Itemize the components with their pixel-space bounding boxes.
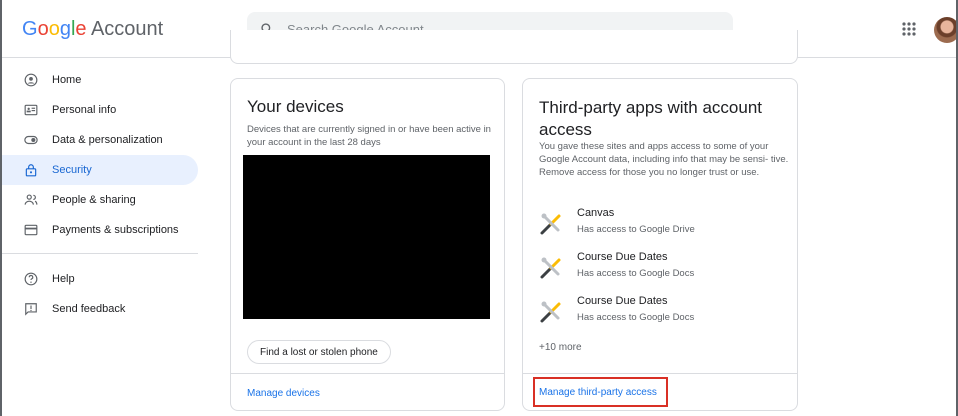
toggle-icon	[24, 133, 38, 147]
logo-google: Google	[22, 18, 87, 40]
app-access: Has access to Google Docs	[577, 268, 695, 279]
user-avatar[interactable]	[934, 17, 956, 43]
window-frame: Google Account Home Personal info Data &…	[0, 0, 958, 416]
app-tools-icon	[540, 301, 561, 323]
sidebar-item-data-personalization[interactable]: Data & personalization	[2, 125, 202, 155]
id-card-icon	[24, 103, 38, 117]
your-devices-card: Your devices Devices that are currently …	[230, 78, 505, 411]
sidebar-item-send-feedback[interactable]: Send feedback	[2, 294, 202, 324]
app-name: Course Due Dates	[577, 295, 668, 307]
help-icon	[24, 272, 38, 286]
card-icon	[24, 223, 38, 237]
logo-account: Account	[86, 18, 164, 40]
home-icon	[24, 73, 38, 87]
third-party-title: Third-party apps with account access	[539, 98, 762, 139]
more-apps-count: +10 more	[539, 342, 582, 353]
sidebar-item-label: Personal info	[52, 104, 117, 116]
feedback-icon	[24, 302, 38, 316]
sidebar-item-label: Home	[52, 74, 82, 86]
app-access: Has access to Google Drive	[577, 224, 695, 235]
app-item[interactable]: Canvas Has access to Google Drive	[539, 206, 789, 242]
sidebar-item-label: Help	[52, 273, 75, 285]
app-access: Has access to Google Docs	[577, 312, 695, 323]
sidebar-item-payments[interactable]: Payments & subscriptions	[2, 215, 202, 245]
lock-icon	[24, 163, 38, 177]
app-item[interactable]: Course Due Dates Has access to Google Do…	[539, 294, 789, 330]
app-name: Course Due Dates	[577, 251, 668, 263]
sidebar: Home Personal info Data & personalizatio…	[2, 65, 202, 324]
find-phone-button[interactable]: Find a lost or stolen phone	[247, 340, 391, 364]
sidebar-item-label: Security	[52, 164, 92, 176]
sidebar-item-label: Payments & subscriptions	[52, 224, 179, 236]
sidebar-item-security[interactable]: Security	[2, 155, 198, 185]
apps-grid-icon[interactable]	[900, 20, 918, 38]
sidebar-item-home[interactable]: Home	[2, 65, 202, 95]
redacted-device-list	[243, 155, 490, 319]
app-name: Canvas	[577, 207, 615, 219]
third-party-apps-card: Third-party apps with account access You…	[522, 78, 798, 411]
google-account-logo[interactable]: Google Account	[22, 18, 163, 41]
sidebar-item-label: Data & personalization	[52, 134, 163, 146]
third-party-description: You gave these sites and apps access to …	[539, 141, 789, 178]
devices-description: Devices that are currently signed in or …	[247, 124, 491, 148]
app-tools-icon	[540, 213, 561, 235]
app-item[interactable]: Course Due Dates Has access to Google Do…	[539, 250, 789, 286]
previous-card-bottom	[230, 30, 798, 64]
sidebar-item-people-sharing[interactable]: People & sharing	[2, 185, 202, 215]
sidebar-item-personal-info[interactable]: Personal info	[2, 95, 202, 125]
manage-devices-link[interactable]: Manage devices	[247, 388, 320, 399]
sidebar-item-label: Send feedback	[52, 303, 126, 315]
sidebar-item-help[interactable]: Help	[2, 264, 202, 294]
devices-title: Your devices	[247, 97, 344, 116]
app-tools-icon	[540, 257, 561, 279]
sidebar-divider	[2, 253, 198, 254]
sidebar-item-label: People & sharing	[52, 194, 136, 206]
card-divider	[523, 373, 797, 374]
manage-third-party-access-link[interactable]: Manage third-party access	[539, 387, 657, 398]
card-divider	[231, 373, 504, 374]
people-icon	[24, 193, 38, 207]
